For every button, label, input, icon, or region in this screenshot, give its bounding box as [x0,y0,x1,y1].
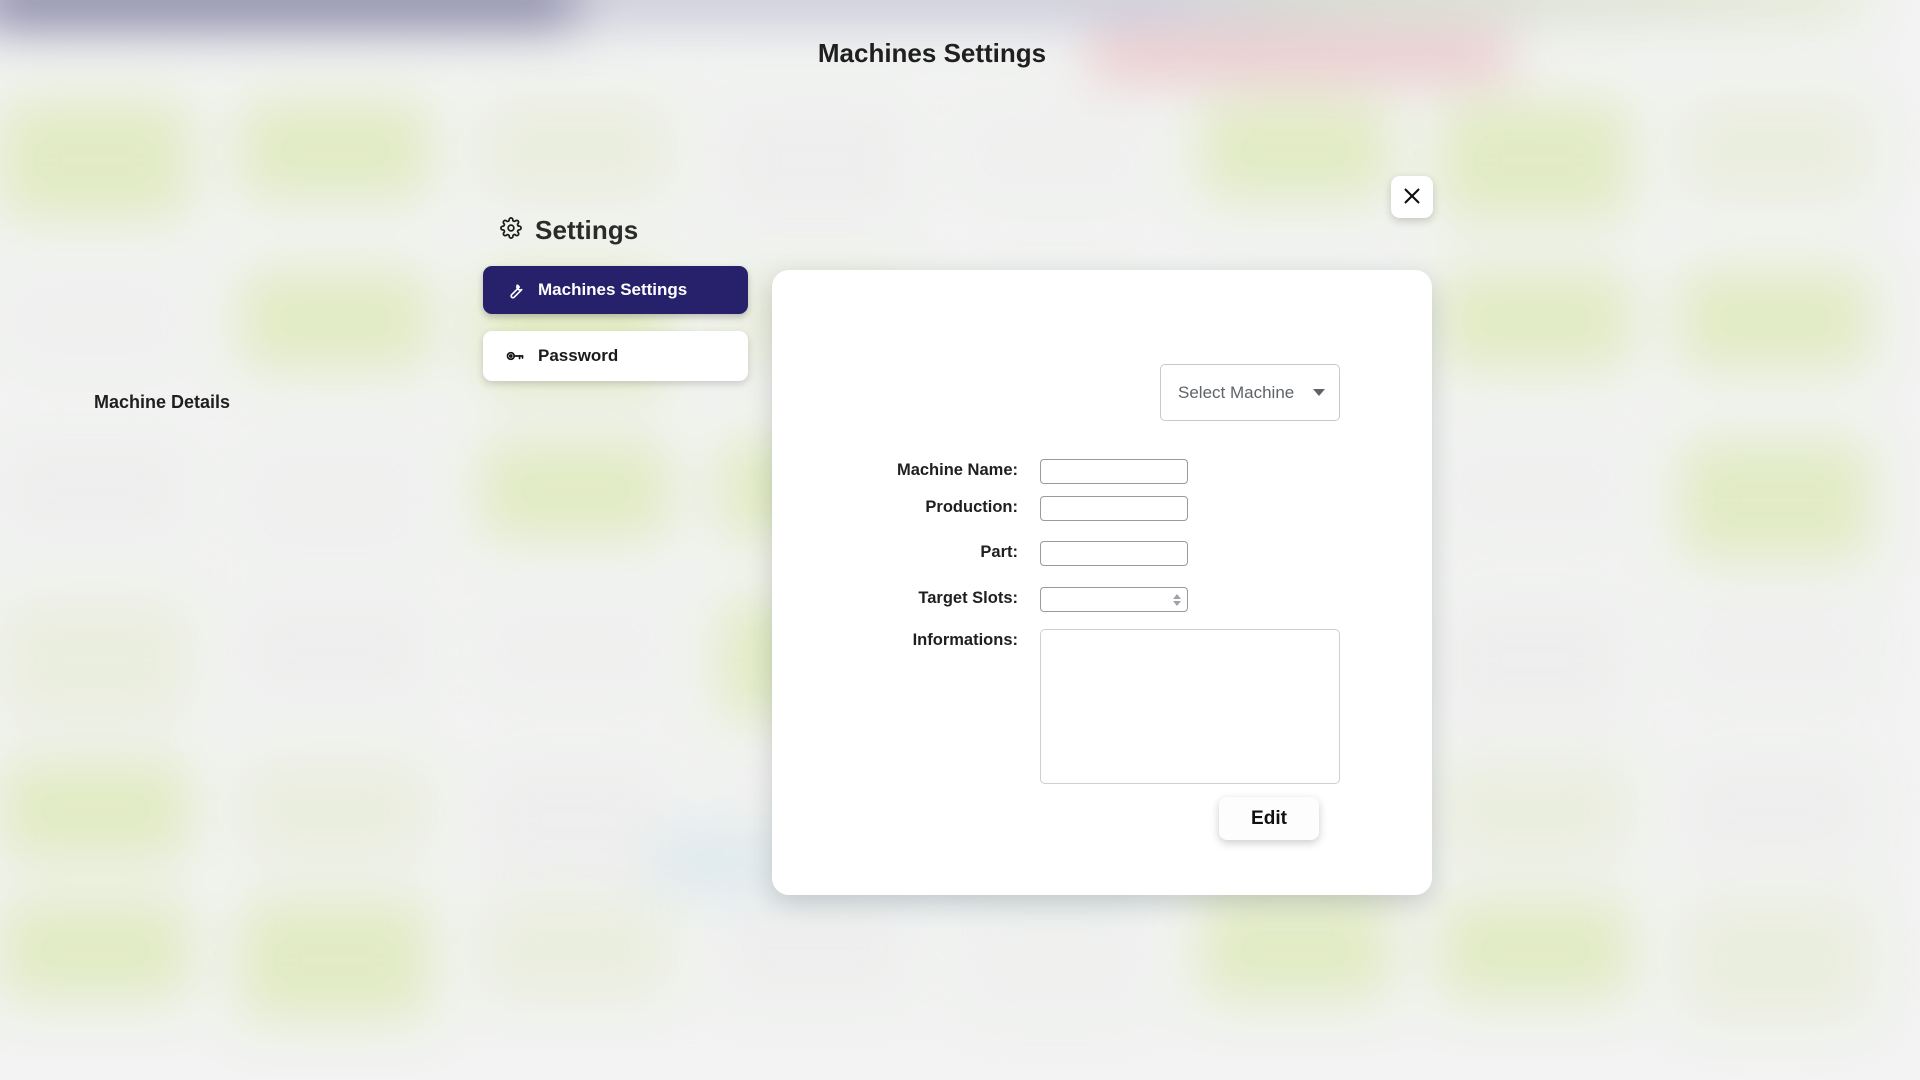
part-label: Part: [980,543,1018,561]
part-input[interactable] [1040,541,1188,566]
field-row-production: Production: [868,496,1188,521]
informations-textarea[interactable] [1040,629,1340,784]
machine-name-label: Machine Name: [896,461,1018,479]
close-icon [1401,185,1423,210]
field-row-part: Part: [868,541,1188,566]
close-modal-button[interactable] [1391,176,1433,218]
informations-label: Informations: [912,631,1018,649]
production-control [1040,496,1188,521]
production-input[interactable] [1040,496,1188,521]
field-row-machine-name: Machine Name: [868,459,1188,484]
stepper-down-icon[interactable] [1173,601,1181,606]
sidebar-item-label: Password [538,346,619,365]
edit-button[interactable]: Edit [1219,797,1319,840]
target-slots-label: Target Slots: [918,589,1018,607]
gear-icon [500,217,522,244]
machine-name-control [1040,459,1188,484]
select-machine-value: Select Machine [1178,382,1295,402]
chevron-down-icon [1313,389,1325,396]
machine-details-label: Machine Details [94,392,231,412]
page-title: Settings [500,215,638,246]
panel-title: Machines Settings [817,38,1047,68]
informations-control [1040,629,1340,789]
target-slots-input[interactable] [1040,587,1188,612]
target-slots-stepper[interactable] [1173,594,1181,606]
key-icon [505,346,525,366]
field-row-informations: Informations: [868,629,1340,789]
target-slots-control [1040,587,1188,612]
field-row-target-slots: Target Slots: [868,587,1188,612]
sidebar-item-machines-settings[interactable]: Machines Settings [483,266,748,314]
settings-sidebar: Machines Settings Password [483,266,748,381]
stepper-up-icon[interactable] [1173,594,1181,599]
page-title-label: Settings [535,215,639,245]
part-control [1040,541,1188,566]
select-machine-dropdown[interactable]: Select Machine [1160,364,1340,421]
wrench-icon [505,280,525,300]
sidebar-item-password[interactable]: Password [483,331,748,381]
production-label: Production: [925,498,1018,516]
sidebar-item-label: Machines Settings [538,280,688,299]
machine-name-input[interactable] [1040,459,1188,484]
